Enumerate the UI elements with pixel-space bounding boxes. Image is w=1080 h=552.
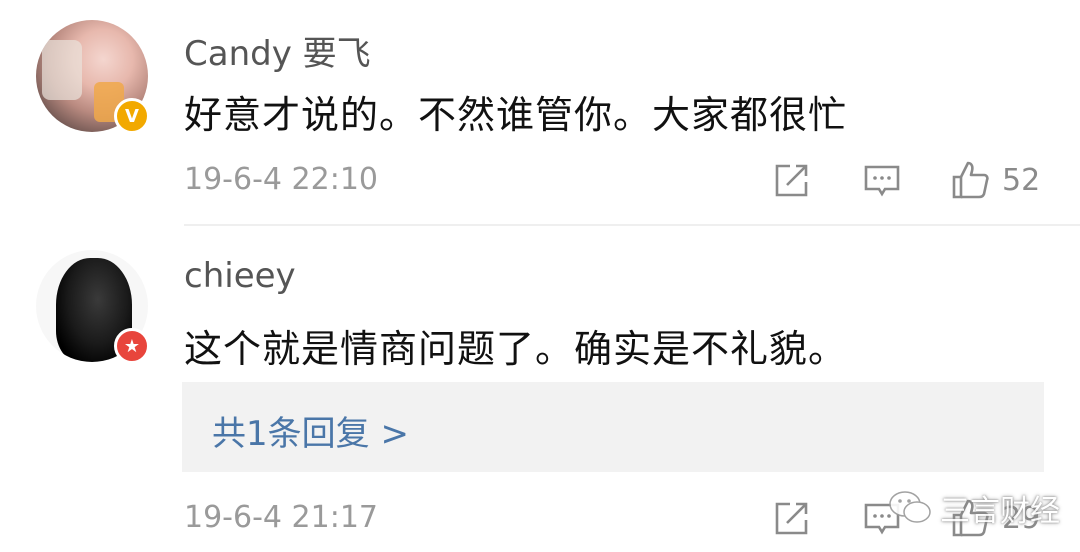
share-button[interactable] [772,494,812,542]
username[interactable]: Candy 要飞 [184,26,371,75]
reply-summary[interactable]: 共1条回复 > [182,382,1044,472]
comment-meta: 19-6-4 22:10 52 [184,156,1044,204]
avatar[interactable]: V [36,20,150,134]
timestamp: 19-6-4 21:17 [184,500,378,535]
view-replies-link[interactable]: 共1条回复 > [212,406,409,455]
comment-text: 好意才说的。不然谁管你。大家都很忙 [184,93,848,137]
thumbs-up-icon [952,161,989,199]
watermark: 三言财经 [888,486,1060,530]
wechat-icon [889,491,931,523]
share-icon [775,502,808,535]
username[interactable]: chieey [184,256,296,296]
avatar[interactable]: ★ [36,250,150,364]
member-badge-icon: ★ [114,328,150,364]
watermark-text: 三言财经 [940,494,1060,529]
verified-badge-icon: V [114,98,150,134]
like-count: 52 [1002,162,1041,198]
comment-text: 这个就是情商问题了。确实是不礼貌。 [184,327,848,371]
comment-icon [864,165,900,197]
share-button[interactable] [772,156,812,204]
share-icon [775,164,808,197]
timestamp: 19-6-4 22:10 [184,162,378,197]
comment-item: V Candy 要飞 好意才说的。不然谁管你。大家都很忙 19-6-4 22:1… [0,0,1080,224]
comment-button[interactable] [862,156,902,204]
like-button[interactable]: 52 [950,156,1040,204]
